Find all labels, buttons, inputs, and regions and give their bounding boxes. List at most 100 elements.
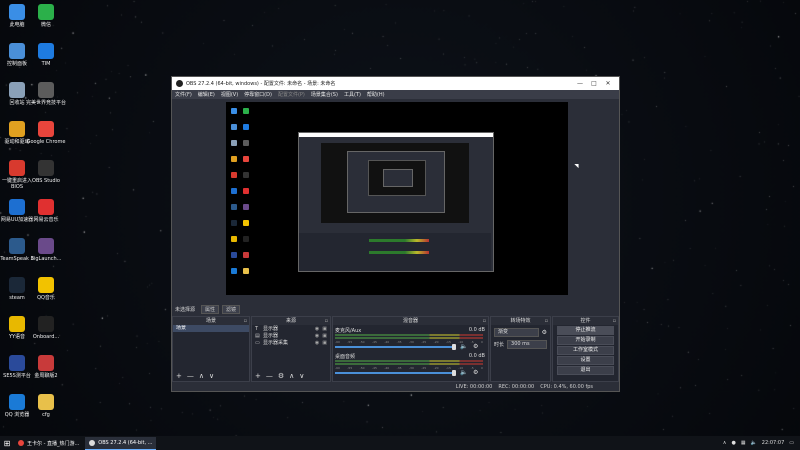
volume-slider[interactable] (335, 346, 453, 348)
window-title: OBS 27.2.4 (64-bit, windows) - 配置文件: 未命名… (186, 81, 336, 87)
close-button[interactable]: ✕ (601, 80, 615, 87)
filters-button[interactable]: 滤镜 (222, 304, 241, 314)
volume-slider-handle[interactable] (452, 370, 456, 376)
eye-icon[interactable]: ◉ (315, 333, 319, 339)
gear-icon[interactable]: ⚙ (473, 369, 478, 376)
clock[interactable]: 22:07:07 (762, 440, 784, 446)
controls-dock: 控件 ▫ 停止推流 开始录制 工作室模式 设置 退出 (552, 316, 619, 382)
taskbar-item-browser[interactable]: 王卡尔 - 直播_热门游... (14, 437, 83, 449)
lock-icon[interactable]: ▣ (322, 326, 327, 332)
add-scene-button[interactable]: + (176, 372, 182, 381)
qq-music-icon (38, 277, 54, 293)
desktop-icon[interactable]: 金周聊版2 (26, 355, 66, 379)
maximize-button[interactable]: □ (587, 80, 601, 87)
move-scene-up-button[interactable]: ∧ (199, 372, 204, 381)
desktop-icon[interactable]: 微信 (26, 4, 66, 28)
source-item[interactable]: ▭ 显示器采集 ◉ ▣ (252, 339, 330, 347)
exit-button[interactable]: 退出 (557, 366, 614, 375)
menu-edit[interactable]: 编辑(E) (198, 91, 215, 98)
netease-music-icon (38, 199, 54, 215)
nested-obs-window (298, 132, 494, 272)
preview-canvas[interactable] (226, 102, 568, 295)
taskbar-item-obs[interactable]: OBS 27.2.4 (64-bit, ... (85, 436, 157, 450)
volume-meter (335, 337, 483, 339)
speaker-icon[interactable]: 🔈 (460, 369, 467, 376)
properties-button[interactable]: 属性 (201, 304, 220, 314)
transitions-dock: 转场特效 ▫ 渐变 ⚙ 时长 300 ms (490, 316, 551, 382)
source-settings-button[interactable]: ⚙ (278, 372, 284, 381)
dock-float-icon[interactable]: ▫ (244, 317, 247, 325)
desktop-icon[interactable]: OBS Studio (26, 160, 66, 184)
desktop-icon-label: Onboard... (32, 334, 60, 340)
desktop-icon[interactable]: Onboard... (26, 316, 66, 340)
desktop-icon-label: TIM (41, 61, 51, 67)
studio-mode-button[interactable]: 工作室模式 (557, 346, 614, 355)
duration-label: 时长 (494, 342, 505, 348)
remove-source-button[interactable]: — (266, 372, 273, 381)
add-source-button[interactable]: + (255, 372, 261, 381)
preview-desktop-icons (228, 104, 256, 280)
dock-title: 转场特效 ▫ (491, 317, 550, 325)
uu-accelerator-icon (9, 199, 25, 215)
move-scene-down-button[interactable]: ∨ (209, 372, 214, 381)
wechat-icon (38, 4, 54, 20)
windows-start-icon[interactable]: ⊞ (0, 436, 14, 450)
desktop-icon[interactable]: 网易云音乐 (26, 199, 66, 223)
transition-select[interactable]: 渐变 (494, 328, 539, 337)
desktop-icon[interactable]: Google Chrome (26, 121, 66, 145)
scenes-toolbar: + — ∧ ∨ (173, 372, 249, 381)
chevron-up-icon[interactable]: ∧ (723, 440, 727, 446)
stats-icon (38, 355, 54, 371)
menu-tools[interactable]: 工具(T) (344, 91, 361, 98)
minimize-button[interactable]: — (573, 80, 587, 87)
desktop-icon[interactable]: cfg (26, 394, 66, 418)
speaker-icon[interactable]: 🔈 (460, 343, 467, 350)
desktop-icon[interactable]: 完美世界竞技平台 (26, 82, 66, 106)
move-source-up-button[interactable]: ∧ (289, 372, 294, 381)
start-recording-button[interactable]: 开始录制 (557, 336, 614, 345)
desktop-icon[interactable]: TIM (26, 43, 66, 67)
desktop-icon[interactable]: BigLaunch... (26, 238, 66, 262)
dock-float-icon[interactable]: ▫ (613, 317, 616, 325)
tray-app-icon[interactable]: ● (731, 440, 735, 446)
scene-item[interactable]: 场景 (173, 325, 249, 332)
monitor-icon: ▭ (255, 339, 260, 346)
settings-button[interactable]: 设置 (557, 356, 614, 365)
remove-scene-button[interactable]: — (187, 372, 194, 381)
volume-meter (335, 334, 483, 336)
lock-icon[interactable]: ▣ (322, 340, 327, 346)
menu-profile[interactable]: 配置文件(P) (278, 91, 305, 98)
lock-icon[interactable]: ▣ (322, 333, 327, 339)
status-bar: LIVE: 00:00:00 REC: 00:00:00 CPU: 0.4%, … (172, 382, 619, 391)
move-source-down-button[interactable]: ∨ (299, 372, 304, 381)
network-icon[interactable]: ▦ (741, 440, 746, 446)
volume-slider-handle[interactable] (452, 344, 456, 350)
menu-help[interactable]: 帮助(H) (367, 91, 385, 98)
dock-float-icon[interactable]: ▫ (545, 317, 548, 325)
desktop-icon[interactable]: QQ音乐 (26, 277, 66, 301)
cpu-status: CPU: 0.4%, 60.00 fps (540, 383, 593, 390)
notification-icon[interactable]: ▭ (789, 440, 794, 446)
source-item[interactable]: ▤ 显示器 ◉ ▣ (252, 332, 330, 340)
gear-icon[interactable]: ⚙ (542, 329, 547, 336)
duration-input[interactable]: 300 ms (507, 340, 547, 349)
obs-icon (89, 439, 96, 446)
eye-icon[interactable]: ◉ (315, 326, 319, 332)
dock-float-icon[interactable]: ▫ (325, 317, 328, 325)
volume-icon[interactable]: 🔈 (751, 440, 757, 446)
menu-scene-collection[interactable]: 场景集合(S) (311, 91, 338, 98)
menu-view[interactable]: 视图(V) (221, 91, 238, 98)
obs-window[interactable]: OBS 27.2.4 (64-bit, windows) - 配置文件: 未命名… (171, 76, 620, 392)
eye-icon[interactable]: ◉ (315, 340, 319, 346)
dock-title: 混音器 ▫ (333, 317, 488, 325)
volume-slider[interactable] (335, 372, 453, 374)
obs-icon (38, 160, 54, 176)
menu-file[interactable]: 文件(F) (175, 91, 192, 98)
stop-streaming-button[interactable]: 停止推流 (557, 326, 614, 335)
dock-float-icon[interactable]: ▫ (483, 317, 486, 325)
volume-meter (335, 363, 483, 365)
menu-docks[interactable]: 停靠窗口(D) (244, 91, 272, 98)
source-item[interactable]: T 显示器 ◉ ▣ (252, 325, 330, 333)
gear-icon[interactable]: ⚙ (473, 343, 478, 350)
obs-title-bar[interactable]: OBS 27.2.4 (64-bit, windows) - 配置文件: 未命名… (172, 77, 619, 90)
